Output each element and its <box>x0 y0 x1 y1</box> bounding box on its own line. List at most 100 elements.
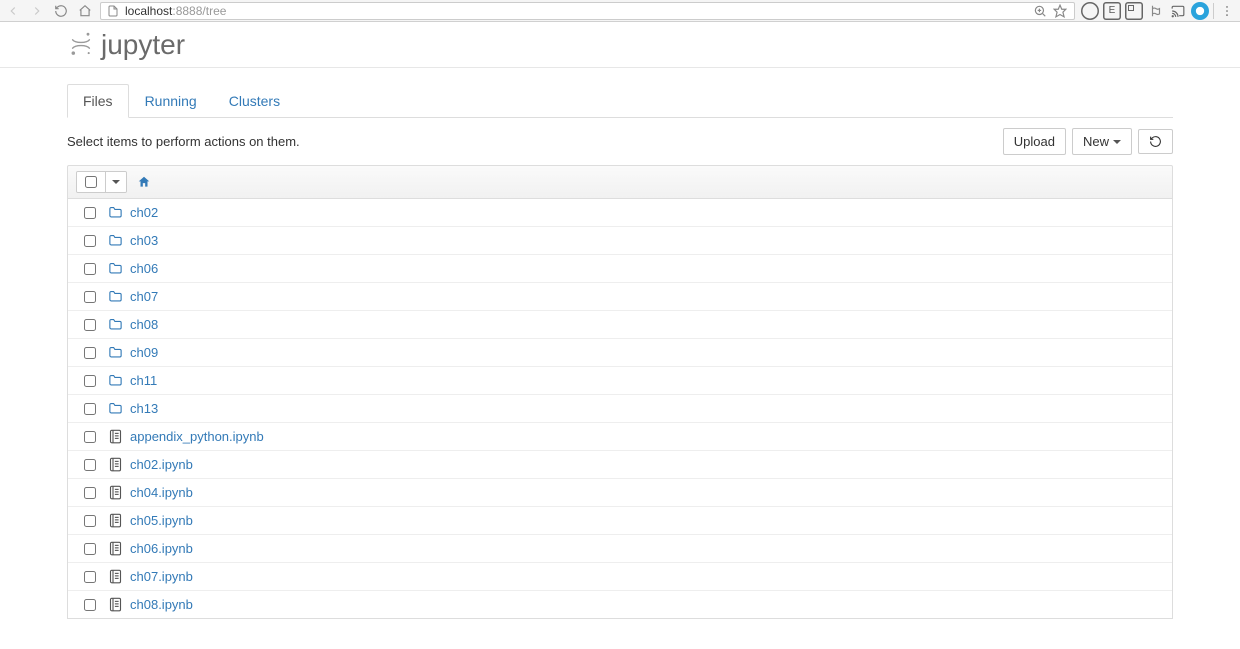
row-checkbox-wrap <box>76 543 104 555</box>
row-checkbox[interactable] <box>84 263 96 275</box>
folder-icon <box>108 261 126 276</box>
tab-clusters[interactable]: Clusters <box>213 84 296 118</box>
jupyter-logo-icon <box>67 30 95 58</box>
row-checkbox[interactable] <box>84 459 96 471</box>
url-host: localhost <box>125 4 172 18</box>
tab-running[interactable]: Running <box>129 84 213 118</box>
file-name-link[interactable]: ch04.ipynb <box>130 485 193 500</box>
notebook-icon <box>108 513 126 528</box>
file-name-link[interactable]: ch08 <box>130 317 158 332</box>
file-row: ch03 <box>68 226 1172 254</box>
toolbar-hint: Select items to perform actions on them. <box>67 134 300 149</box>
file-row: ch11 <box>68 366 1172 394</box>
extension-icon[interactable] <box>1125 2 1143 20</box>
select-all-dropdown[interactable] <box>105 172 126 192</box>
file-name-link[interactable]: ch07 <box>130 289 158 304</box>
file-name-link[interactable]: ch03 <box>130 233 158 248</box>
browser-toolbar: localhost:8888/tree E <box>0 0 1240 22</box>
extension-icon[interactable]: E <box>1103 2 1121 20</box>
file-name-link[interactable]: ch09 <box>130 345 158 360</box>
file-row: ch13 <box>68 394 1172 422</box>
address-bar[interactable]: localhost:8888/tree <box>100 2 1075 20</box>
file-name-link[interactable]: ch02 <box>130 205 158 220</box>
caret-down-icon <box>1113 140 1121 144</box>
row-checkbox[interactable] <box>84 319 96 331</box>
folder-icon <box>108 289 126 304</box>
folder-icon <box>108 317 126 332</box>
file-name-link[interactable]: ch11 <box>130 373 157 388</box>
row-checkbox-wrap <box>76 599 104 611</box>
cast-icon[interactable] <box>1169 2 1187 20</box>
row-checkbox-wrap <box>76 207 104 219</box>
row-checkbox-wrap <box>76 431 104 443</box>
row-checkbox[interactable] <box>84 347 96 359</box>
row-checkbox-wrap <box>76 319 104 331</box>
folder-icon <box>108 205 126 220</box>
row-checkbox[interactable] <box>84 375 96 387</box>
file-row: ch02 <box>68 199 1172 226</box>
list-header <box>67 165 1173 199</box>
file-row: ch09 <box>68 338 1172 366</box>
notebook-icon <box>108 429 126 444</box>
url-text: localhost:8888/tree <box>125 4 226 18</box>
nav-home-button[interactable] <box>76 2 94 20</box>
new-dropdown-button[interactable]: New <box>1072 128 1132 155</box>
file-row: ch07.ipynb <box>68 562 1172 590</box>
breadcrumb-home-icon[interactable] <box>137 175 151 189</box>
chrome-menu-button[interactable] <box>1218 2 1236 20</box>
row-checkbox-wrap <box>76 403 104 415</box>
file-row: appendix_python.ipynb <box>68 422 1172 450</box>
row-checkbox-wrap <box>76 263 104 275</box>
row-checkbox[interactable] <box>84 487 96 499</box>
url-path: :8888/tree <box>172 4 226 18</box>
select-all-group <box>76 171 127 193</box>
file-name-link[interactable]: ch02.ipynb <box>130 457 193 472</box>
file-name-link[interactable]: ch13 <box>130 401 158 416</box>
row-checkbox-wrap <box>76 459 104 471</box>
row-checkbox[interactable] <box>84 515 96 527</box>
notebook-icon <box>108 597 126 612</box>
zoom-icon[interactable] <box>1032 2 1048 20</box>
page-icon <box>107 5 119 17</box>
page-viewport[interactable]: jupyter FilesRunningClusters Select item… <box>0 22 1240 649</box>
row-checkbox-wrap <box>76 515 104 527</box>
star-bookmark-icon[interactable] <box>1052 2 1068 20</box>
jupyter-logo[interactable]: jupyter <box>67 28 185 60</box>
file-name-link[interactable]: ch06 <box>130 261 158 276</box>
row-checkbox-wrap <box>76 571 104 583</box>
row-checkbox[interactable] <box>84 431 96 443</box>
jupyter-logo-text: jupyter <box>101 29 185 61</box>
row-checkbox[interactable] <box>84 235 96 247</box>
select-all-checkbox-input[interactable] <box>85 176 97 188</box>
folder-icon <box>108 373 126 388</box>
select-all-checkbox[interactable] <box>77 172 105 192</box>
row-checkbox[interactable] <box>84 599 96 611</box>
file-name-link[interactable]: ch05.ipynb <box>130 513 193 528</box>
refresh-button[interactable] <box>1138 129 1173 154</box>
row-checkbox[interactable] <box>84 571 96 583</box>
nav-forward-button[interactable] <box>28 2 46 20</box>
file-name-link[interactable]: ch06.ipynb <box>130 541 193 556</box>
notebook-icon <box>108 485 126 500</box>
upload-button[interactable]: Upload <box>1003 128 1066 155</box>
row-checkbox-wrap <box>76 487 104 499</box>
notebook-icon <box>108 569 126 584</box>
row-checkbox[interactable] <box>84 291 96 303</box>
row-checkbox[interactable] <box>84 403 96 415</box>
toolbar: Select items to perform actions on them.… <box>67 118 1173 165</box>
file-name-link[interactable]: ch08.ipynb <box>130 597 193 612</box>
file-name-link[interactable]: appendix_python.ipynb <box>130 429 264 444</box>
nav-back-button[interactable] <box>4 2 22 20</box>
file-name-link[interactable]: ch07.ipynb <box>130 569 193 584</box>
extension-icon[interactable] <box>1147 2 1165 20</box>
row-checkbox[interactable] <box>84 207 96 219</box>
nav-reload-button[interactable] <box>52 2 70 20</box>
tab-files[interactable]: Files <box>67 84 129 118</box>
row-checkbox[interactable] <box>84 543 96 555</box>
extension-icon[interactable] <box>1081 2 1099 20</box>
notebook-icon <box>108 541 126 556</box>
row-checkbox-wrap <box>76 347 104 359</box>
caret-down-icon <box>112 180 120 184</box>
extension-icon[interactable] <box>1191 2 1209 20</box>
row-checkbox-wrap <box>76 375 104 387</box>
